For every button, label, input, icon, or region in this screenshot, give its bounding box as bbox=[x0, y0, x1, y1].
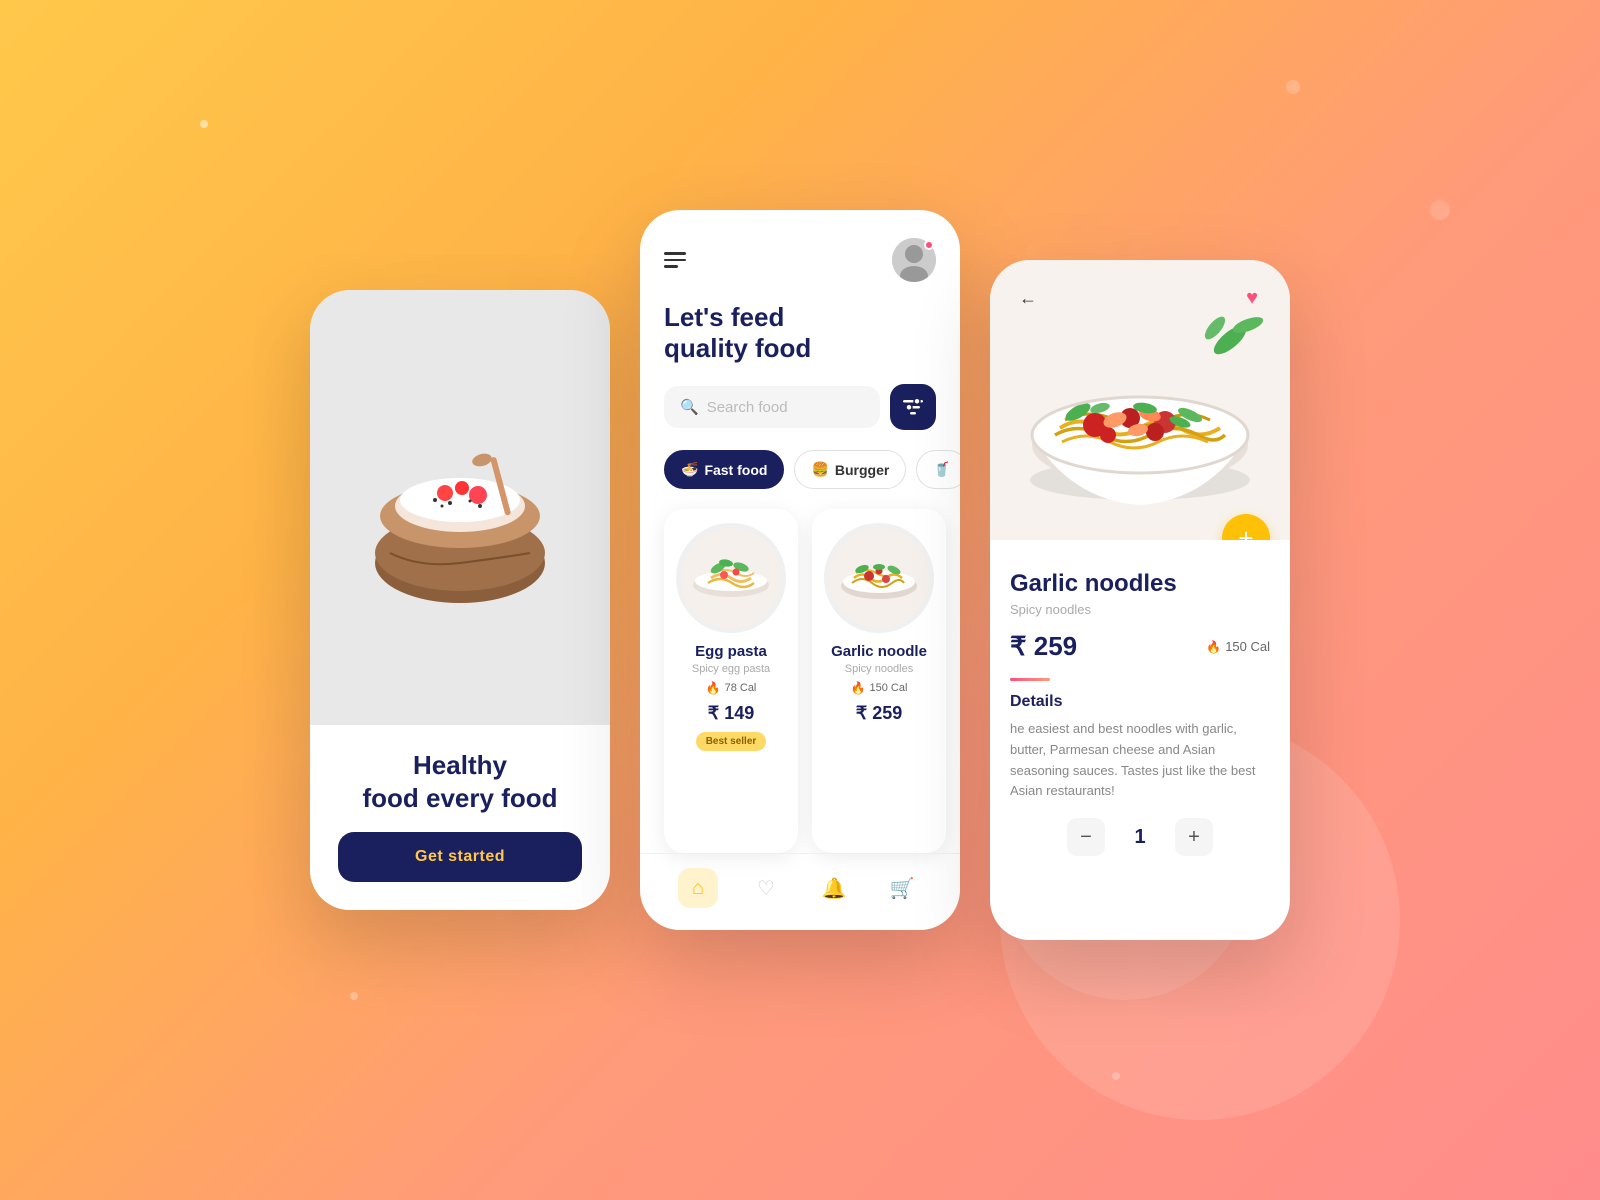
menu-icon[interactable] bbox=[664, 252, 686, 268]
egg-pasta-subtitle: Spicy egg pasta bbox=[692, 663, 770, 675]
garlic-noodle-subtitle: Spicy noodles bbox=[845, 663, 914, 675]
category-burger[interactable]: 🍔 Burgger bbox=[794, 450, 906, 489]
main-app-phone: Let's feed quality food 🔍 Search food bbox=[640, 210, 960, 930]
egg-pasta-image bbox=[676, 523, 786, 633]
dish-calories: 🔥 150 Cal bbox=[1206, 639, 1270, 654]
nav-home[interactable]: ⌂ bbox=[678, 868, 718, 908]
egg-pasta-calories: 🔥 78 Cal bbox=[706, 681, 757, 695]
details-divider bbox=[1010, 678, 1050, 681]
onboarding-title: Healthy food every food bbox=[362, 749, 557, 814]
category-row: 🍜 Fast food 🍔 Burgger 🥤 bbox=[640, 450, 960, 509]
burger-icon: 🍔 bbox=[811, 461, 828, 478]
garlic-noodle-calories: 🔥 150 Cal bbox=[851, 681, 908, 695]
nav-favorites[interactable]: ♡ bbox=[746, 868, 786, 908]
search-icon: 🔍 bbox=[680, 398, 699, 416]
increase-quantity-button[interactable]: + bbox=[1175, 818, 1213, 856]
search-row: 🔍 Search food bbox=[640, 384, 960, 450]
details-description: he easiest and best noodles with garlic,… bbox=[1010, 719, 1270, 802]
greeting-section: Let's feed quality food bbox=[640, 298, 960, 384]
garlic-noodle-price: ₹ 259 bbox=[856, 703, 903, 724]
notification-dot bbox=[924, 240, 934, 250]
app-header bbox=[640, 210, 960, 298]
onboarding-bottom: Healthy food every food Get started bbox=[310, 725, 610, 910]
detail-phone: ← ♥ bbox=[990, 260, 1290, 940]
cart-icon: 🛒 bbox=[890, 876, 915, 901]
onboarding-image-area bbox=[310, 290, 610, 725]
onboarding-phone: Healthy food every food Get started bbox=[310, 290, 610, 910]
garlic-noodle-name: Garlic noodle bbox=[831, 643, 927, 660]
dish-price: ₹ 259 bbox=[1010, 631, 1077, 662]
detail-content: Garlic noodles Spicy noodles ₹ 259 🔥 150… bbox=[990, 540, 1290, 940]
best-seller-badge: Best seller bbox=[696, 732, 767, 751]
food-cards-row: Egg pasta Spicy egg pasta 🔥 78 Cal ₹ 149… bbox=[640, 509, 960, 853]
back-button[interactable]: ← bbox=[1010, 280, 1046, 316]
dish-subtitle: Spicy noodles bbox=[1010, 602, 1270, 617]
egg-pasta-price: ₹ 149 bbox=[708, 703, 755, 724]
flame-icon-1: 🔥 bbox=[706, 681, 721, 695]
filter-icon bbox=[903, 398, 923, 416]
quantity-row: − 1 + bbox=[1010, 802, 1270, 864]
search-box[interactable]: 🔍 Search food bbox=[664, 386, 880, 428]
nav-cart[interactable]: 🛒 bbox=[882, 868, 922, 908]
coconut-bowl-illustration bbox=[350, 398, 570, 618]
drinks-icon: 🥤 bbox=[933, 461, 950, 478]
bottom-navigation: ⌂ ♡ 🔔 🛒 bbox=[640, 853, 960, 930]
garlic-noodle-image bbox=[824, 523, 934, 633]
detail-header: ← ♥ bbox=[990, 280, 1290, 316]
phones-container: Healthy food every food Get started bbox=[310, 260, 1290, 940]
home-icon: ⌂ bbox=[692, 877, 704, 900]
bell-icon: 🔔 bbox=[822, 876, 847, 901]
get-started-button[interactable]: Get started bbox=[338, 832, 582, 882]
food-card-egg-pasta[interactable]: Egg pasta Spicy egg pasta 🔥 78 Cal ₹ 149… bbox=[664, 509, 798, 853]
detail-flame-icon: 🔥 bbox=[1206, 640, 1221, 654]
favorite-button[interactable]: ♥ bbox=[1234, 280, 1270, 316]
category-drinks[interactable]: 🥤 bbox=[916, 450, 960, 489]
food-card-garlic-noodle[interactable]: Garlic noodle Spicy noodles 🔥 150 Cal ₹ … bbox=[812, 509, 946, 853]
flame-icon-2: 🔥 bbox=[851, 681, 866, 695]
decrease-quantity-button[interactable]: − bbox=[1067, 818, 1105, 856]
heart-icon: ♡ bbox=[757, 876, 775, 901]
detail-image-area: ← ♥ bbox=[990, 260, 1290, 540]
quantity-display: 1 bbox=[1125, 826, 1155, 849]
fast-food-icon: 🍜 bbox=[681, 461, 698, 478]
egg-pasta-name: Egg pasta bbox=[695, 643, 767, 660]
nav-notifications[interactable]: 🔔 bbox=[814, 868, 854, 908]
greeting-text: Let's feed quality food bbox=[664, 302, 936, 364]
user-avatar-wrap[interactable] bbox=[892, 238, 936, 282]
search-placeholder-text: Search food bbox=[707, 399, 788, 416]
price-cal-row: ₹ 259 🔥 150 Cal bbox=[1010, 631, 1270, 662]
category-fast-food[interactable]: 🍜 Fast food bbox=[664, 450, 784, 489]
dish-name: Garlic noodles bbox=[1010, 570, 1270, 598]
filter-button[interactable] bbox=[890, 384, 936, 430]
details-heading: Details bbox=[1010, 693, 1270, 711]
